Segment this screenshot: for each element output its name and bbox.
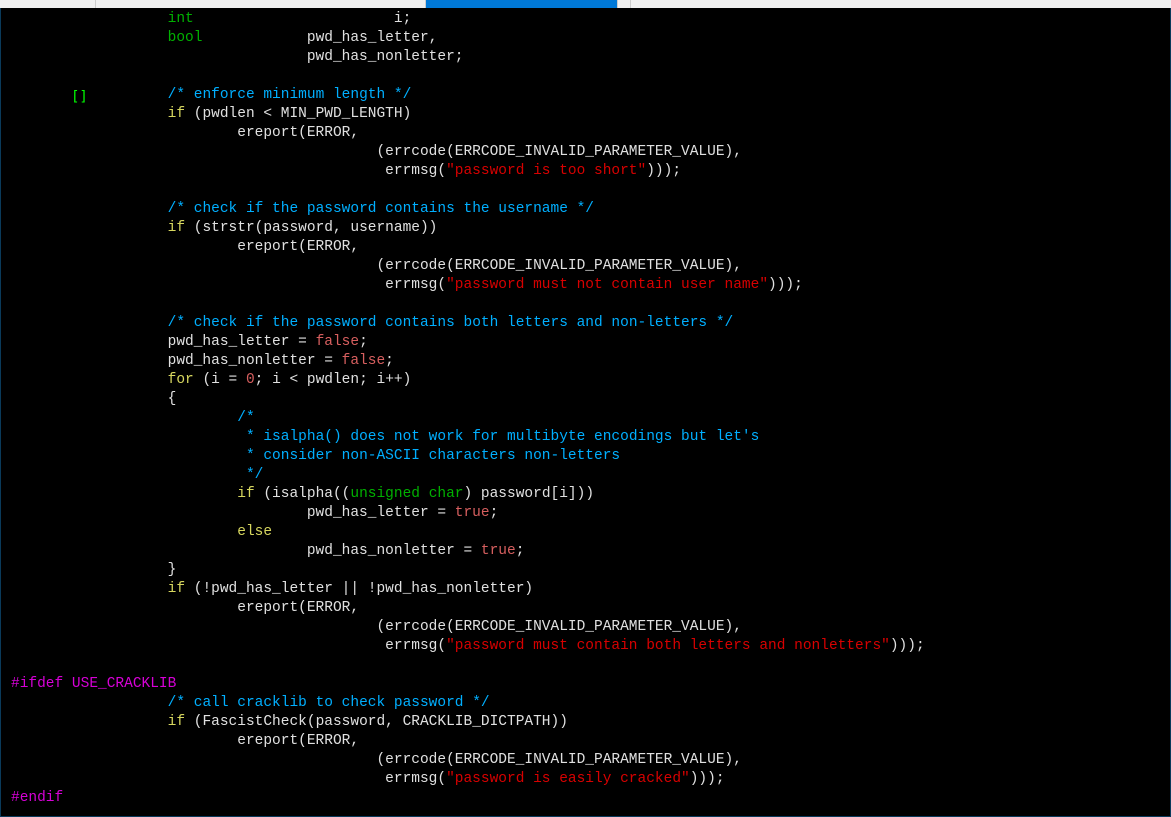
code-token-normal: ; (490, 505, 499, 521)
code-token-normal: ereport(ERROR, (11, 733, 359, 749)
code-token-bool: true (481, 543, 516, 559)
code-token-string: "password is easily cracked" (446, 771, 690, 787)
code-token-normal: ; (516, 543, 525, 559)
code-token-normal (11, 486, 237, 502)
code-token-normal (11, 11, 168, 27)
code-token-string: "password is too short" (446, 163, 646, 179)
code-token-normal: pwd_has_letter, (202, 30, 437, 46)
code-token-comment: /* enforce minimum length */ (168, 87, 412, 103)
code-token-normal: pwd_has_nonletter; (11, 49, 463, 65)
code-token-normal: errmsg( (11, 638, 446, 654)
code-token-normal: ) password[i])) (464, 486, 595, 502)
inactive-tab[interactable] (96, 0, 426, 8)
code-token-normal (11, 201, 168, 217)
code-token-normal: ; i < pwdlen; i++) (255, 372, 412, 388)
code-token-normal: (isalpha(( (255, 486, 351, 502)
code-token-normal: (errcode(ERRCODE_INVALID_PARAMETER_VALUE… (11, 619, 742, 635)
code-token-comment: /* check if the password contains both l… (168, 315, 734, 331)
code-token-normal (11, 87, 168, 103)
code-token-normal (11, 714, 168, 730)
code-token-bool: false (342, 353, 386, 369)
code-token-normal: ; (385, 353, 394, 369)
code-token-normal: pwd_has_letter = (11, 334, 316, 350)
code-token-normal: ))); (646, 163, 681, 179)
code-token-string: "password must contain both letters and … (446, 638, 890, 654)
code-token-keyword: for (168, 372, 194, 388)
code-token-normal: (errcode(ERRCODE_INVALID_PARAMETER_VALUE… (11, 144, 742, 160)
code-token-normal (11, 315, 168, 331)
code-token-type: bool (168, 30, 203, 46)
code-token-number: 0 (246, 372, 255, 388)
code-token-normal (11, 524, 237, 540)
code-token-normal (11, 220, 168, 236)
code-token-comment: * consider non-ASCII characters non-lett… (246, 448, 620, 464)
code-token-normal: } (11, 562, 176, 578)
code-token-normal: ))); (890, 638, 925, 654)
code-token-normal: (errcode(ERRCODE_INVALID_PARAMETER_VALUE… (11, 258, 742, 274)
inactive-tab[interactable] (618, 0, 631, 8)
code-token-normal (11, 581, 168, 597)
code-token-type: int (168, 11, 194, 27)
code-token-normal (11, 467, 246, 483)
inactive-tab[interactable] (0, 0, 96, 8)
code-token-normal: (!pwd_has_letter || !pwd_has_nonletter) (185, 581, 533, 597)
code-token-normal (11, 30, 168, 46)
code-token-normal: ereport(ERROR, (11, 125, 359, 141)
code-token-normal: errmsg( (11, 771, 446, 787)
code-token-normal: pwd_has_letter = (11, 505, 455, 521)
code-token-normal: { (11, 391, 176, 407)
code-token-normal: errmsg( (11, 277, 446, 293)
code-token-normal: pwd_has_nonletter = (11, 353, 342, 369)
code-token-keyword: if (168, 220, 185, 236)
code-token-bool: false (316, 334, 360, 350)
code-token-type: unsigned char (350, 486, 463, 502)
code-token-normal: ereport(ERROR, (11, 600, 359, 616)
code-token-normal (11, 410, 237, 426)
active-tab[interactable] (426, 0, 618, 8)
code-token-keyword: if (168, 581, 185, 597)
code-token-normal: (i = (194, 372, 246, 388)
code-token-normal: ))); (768, 277, 803, 293)
source-code[interactable]: int i; bool pwd_has_letter, pwd_has_nonl… (1, 10, 1170, 808)
code-token-comment: */ (246, 467, 263, 483)
code-token-normal: (FascistCheck(password, CRACKLIB_DICTPAT… (185, 714, 568, 730)
code-token-normal (11, 448, 246, 464)
code-token-comment: /* check if the password contains the us… (168, 201, 594, 217)
code-token-keyword: if (168, 714, 185, 730)
code-token-normal: (errcode(ERRCODE_INVALID_PARAMETER_VALUE… (11, 752, 742, 768)
code-token-preproc: #endif (11, 790, 63, 806)
code-token-normal: (pwdlen < MIN_PWD_LENGTH) (185, 106, 411, 122)
code-token-normal (11, 695, 168, 711)
code-token-normal (11, 372, 168, 388)
code-token-bool: true (455, 505, 490, 521)
code-token-keyword: if (237, 486, 254, 502)
fold-marker-icon[interactable]: [] (71, 88, 88, 107)
window-tab-strip (0, 0, 1171, 8)
code-editor-viewport[interactable]: [] int i; bool pwd_has_letter, pwd_has_n… (0, 8, 1171, 817)
code-token-comment: * isalpha() does not work for multibyte … (246, 429, 759, 445)
code-token-normal (11, 106, 168, 122)
code-token-keyword: if (168, 106, 185, 122)
code-token-comment: /* (237, 410, 254, 426)
code-token-preproc: #ifdef USE_CRACKLIB (11, 676, 176, 692)
code-token-keyword: else (237, 524, 272, 540)
code-token-normal: i; (194, 11, 412, 27)
code-token-normal: ))); (690, 771, 725, 787)
code-token-string: "password must not contain user name" (446, 277, 768, 293)
code-token-normal: pwd_has_nonletter = (11, 543, 481, 559)
code-token-normal: ; (359, 334, 368, 350)
code-token-comment: /* call cracklib to check password */ (168, 695, 490, 711)
code-token-normal (11, 429, 246, 445)
code-token-normal: errmsg( (11, 163, 446, 179)
code-token-normal: (strstr(password, username)) (185, 220, 437, 236)
code-token-normal: ereport(ERROR, (11, 239, 359, 255)
